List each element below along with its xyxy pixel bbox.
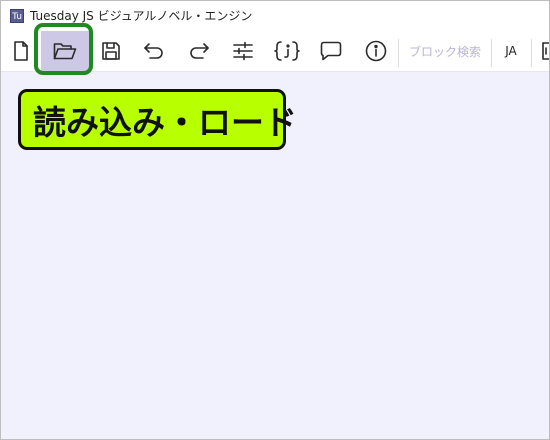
window-title: Tuesday JS ビジュアルノベル・エンジン	[30, 9, 253, 23]
sliders-icon	[233, 41, 253, 61]
speech-bubble-icon	[320, 41, 342, 61]
settings-button[interactable]	[229, 31, 257, 71]
save-icon	[102, 42, 120, 60]
highlight-frame	[34, 23, 93, 75]
redo-icon	[190, 43, 209, 59]
app-icon: Tu	[10, 8, 24, 23]
toolbar-divider	[491, 39, 492, 67]
toolbar-divider	[398, 39, 399, 67]
callout-label: 読み込み・ロード	[18, 89, 297, 150]
block-search-label: ブロック検索	[408, 44, 481, 59]
new-file-button[interactable]	[9, 31, 33, 71]
export-icon	[542, 42, 549, 60]
redo-button[interactable]	[185, 31, 213, 71]
braces-icon	[274, 41, 300, 61]
info-icon	[365, 40, 387, 62]
language-button[interactable]: JA	[493, 31, 529, 71]
variables-button[interactable]	[271, 31, 303, 71]
undo-icon	[144, 43, 163, 59]
app-window: Tu Tuesday JS ビジュアルノベル・エンジン ブロック検索 JA 読み…	[0, 0, 550, 440]
toolbar-divider	[531, 39, 532, 67]
info-button[interactable]	[362, 31, 390, 71]
overflow-button[interactable]	[538, 31, 549, 71]
callout-text: 読み込み・ロード	[33, 102, 297, 142]
save-button[interactable]	[97, 31, 125, 71]
block-search-button[interactable]: ブロック検索	[400, 31, 490, 71]
comment-button[interactable]	[317, 31, 345, 71]
language-label: JA	[505, 44, 517, 58]
new-file-icon	[14, 41, 28, 61]
undo-button[interactable]	[140, 31, 168, 71]
